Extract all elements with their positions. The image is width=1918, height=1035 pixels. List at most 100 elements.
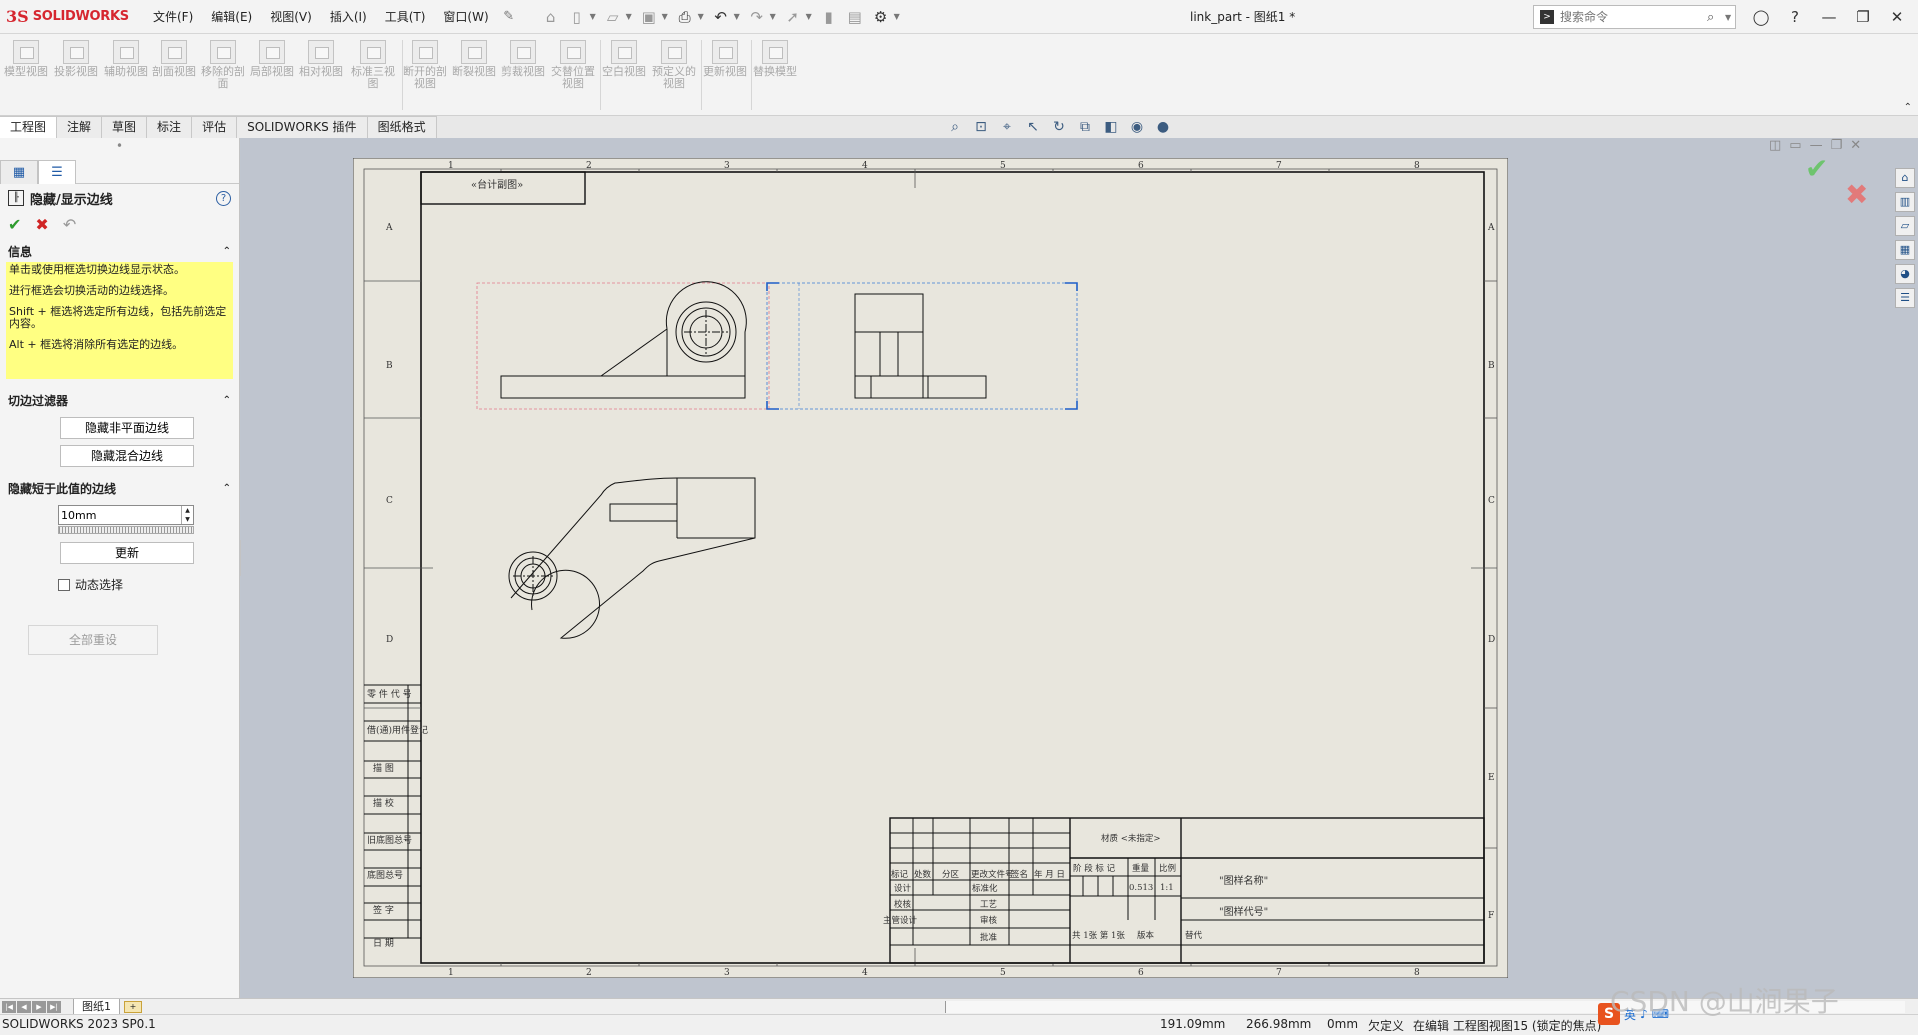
view-orientation-icon[interactable]: ⧉ <box>1072 119 1098 135</box>
chevron-down-icon[interactable]: ▼ <box>894 12 904 21</box>
search-icon[interactable]: ⌕ <box>1707 10 1725 25</box>
solidworks-logo[interactable]: 3S SOLIDWORKS <box>6 7 136 26</box>
info-section-header[interactable]: 信息 ⌃ <box>0 240 239 262</box>
update-views-tool[interactable]: 更新视图 <box>703 40 747 78</box>
first-sheet-icon[interactable]: |◀ <box>2 1000 16 1013</box>
menu-insert[interactable]: 插入(I) <box>321 0 376 34</box>
save-icon[interactable]: ▣ <box>636 4 662 30</box>
chevron-down-icon[interactable]: ▼ <box>662 12 672 21</box>
scene-icon[interactable]: ● <box>1150 119 1176 135</box>
empty-view-tool[interactable]: 空白视图 <box>602 40 646 78</box>
cancel-x-icon[interactable]: ✖ <box>35 215 48 234</box>
graphics-area[interactable]: 1 2 3 4 5 6 7 8 1 2 3 4 5 6 7 8 A B C D … <box>241 138 1918 998</box>
last-sheet-icon[interactable]: ▶| <box>47 1000 61 1013</box>
menu-tools[interactable]: 工具(T) <box>376 0 435 34</box>
new-document-icon[interactable]: ▯ <box>564 4 590 30</box>
redo-icon[interactable]: ↷ <box>744 4 770 30</box>
restore-icon[interactable]: ❐ <box>1846 8 1880 26</box>
auxiliary-view-tool[interactable]: 辅助视图 <box>104 40 148 78</box>
home-icon[interactable]: ⌂ <box>538 4 564 30</box>
undo-icon[interactable]: ↶ <box>63 215 76 234</box>
drawing-sheet[interactable]: 1 2 3 4 5 6 7 8 1 2 3 4 5 6 7 8 A B C D … <box>353 158 1508 978</box>
hide-nonplanar-edges-button[interactable]: 隐藏非平面边线 <box>60 417 194 439</box>
zoom-to-fit-icon[interactable]: ⌕ <box>942 119 968 135</box>
previous-view-icon[interactable]: ↖ <box>1020 119 1046 135</box>
tab-drawing[interactable]: 工程图 <box>0 116 58 138</box>
tab-markup[interactable]: 标注 <box>147 116 193 138</box>
search-input[interactable] <box>1560 10 1707 24</box>
hide-blend-edges-button[interactable]: 隐藏混合边线 <box>60 445 194 467</box>
pin-icon[interactable]: ✎ <box>498 9 520 24</box>
appearances-icon[interactable]: ◕ <box>1895 264 1915 284</box>
tab-sketch[interactable]: 草图 <box>102 116 148 138</box>
menu-file[interactable]: 文件(F) <box>144 0 202 34</box>
zoom-to-area-icon[interactable]: ⊡ <box>968 119 994 135</box>
predefined-view-tool[interactable]: 预定义的视图 <box>652 40 696 90</box>
options-gear-icon[interactable]: ⚙ <box>868 4 894 30</box>
menu-window[interactable]: 窗口(W) <box>434 0 497 34</box>
detail-view-tool[interactable]: 局部视图 <box>250 40 294 78</box>
zoom-to-selection-icon[interactable]: ⌖ <box>994 119 1020 135</box>
broken-out-section-tool[interactable]: 断开的剖视图 <box>403 40 447 90</box>
close-icon[interactable]: ✕ <box>1880 8 1914 26</box>
tab-annotation[interactable]: 注解 <box>57 116 103 138</box>
chevron-down-icon[interactable]: ▼ <box>770 12 780 21</box>
spin-arrows-icon[interactable]: ▲ ▼ <box>181 506 193 524</box>
removed-section-tool[interactable]: 移除的剖面 <box>201 40 245 90</box>
file-explorer-icon[interactable]: ▱ <box>1895 216 1915 236</box>
open-folder-icon[interactable]: ▱ <box>600 4 626 30</box>
menu-edit[interactable]: 编辑(E) <box>202 0 261 34</box>
prev-sheet-icon[interactable]: ◀ <box>17 1000 31 1013</box>
chevron-up-icon[interactable]: ⌃ <box>223 246 231 257</box>
tile-view-icon[interactable]: ◫ <box>1769 138 1781 153</box>
close-view-icon[interactable]: ✕ <box>1850 138 1861 153</box>
undo-icon[interactable]: ↶ <box>708 4 734 30</box>
view-window-icon[interactable]: ▭ <box>1789 138 1801 153</box>
view-palette-icon[interactable]: ▦ <box>1895 240 1915 260</box>
length-input[interactable] <box>59 506 181 524</box>
dynamic-select-checkbox[interactable]: 动态选择 <box>58 576 239 593</box>
rotate-view-icon[interactable]: ↻ <box>1046 119 1072 135</box>
chevron-down-icon[interactable]: ▼ <box>806 12 816 21</box>
model-view-tool[interactable]: 模型视图 <box>4 40 48 78</box>
replace-model-tool[interactable]: 替换模型 <box>753 40 797 78</box>
restore-view-icon[interactable]: ❐ <box>1831 138 1843 153</box>
menu-view[interactable]: 视图(V) <box>261 0 321 34</box>
tab-addins[interactable]: SOLIDWORKS 插件 <box>237 116 368 138</box>
collapse-ribbon-icon[interactable]: ⌃ <box>1904 102 1912 113</box>
section-view-tool[interactable]: 剖面视图 <box>152 40 196 78</box>
design-library-icon[interactable]: ▥ <box>1895 192 1915 212</box>
ok-check-icon[interactable]: ✔ <box>8 215 21 234</box>
home-icon[interactable]: ⌂ <box>1895 168 1915 188</box>
chevron-up-icon[interactable]: ⌃ <box>223 395 231 406</box>
relative-view-tool[interactable]: 相对视图 <box>299 40 343 78</box>
user-account-icon[interactable]: ◯ <box>1744 8 1778 26</box>
minimize-icon[interactable]: — <box>1812 8 1846 26</box>
hide-show-items-icon[interactable]: ◉ <box>1124 119 1150 135</box>
chevron-down-icon[interactable]: ▼ <box>734 12 744 21</box>
next-sheet-icon[interactable]: ▶ <box>32 1000 46 1013</box>
rebuild-icon[interactable]: ▮ <box>816 4 842 30</box>
property-manager-tab-icon[interactable]: ☰ <box>38 160 76 184</box>
chevron-up-icon[interactable]: ⌃ <box>223 483 231 494</box>
custom-properties-icon[interactable]: ☰ <box>1895 288 1915 308</box>
tangent-filter-header[interactable]: 切边过滤器 ⌃ <box>0 389 239 411</box>
minimize-view-icon[interactable]: — <box>1810 138 1823 153</box>
tab-evaluate[interactable]: 评估 <box>192 116 238 138</box>
standard-3-view-tool[interactable]: 标准三视图 <box>351 40 395 90</box>
chevron-down-icon[interactable]: ▼ <box>1725 13 1735 22</box>
tab-sheet-format[interactable]: 图纸格式 <box>367 116 437 138</box>
help-icon[interactable]: ? <box>216 190 231 206</box>
alternate-position-view-tool[interactable]: 交替位置视图 <box>551 40 595 90</box>
chevron-down-icon[interactable]: ▼ <box>590 12 600 21</box>
break-view-tool[interactable]: 断裂视图 <box>452 40 496 78</box>
confirm-ok-icon[interactable]: ✔ <box>1805 152 1828 185</box>
file-properties-icon[interactable]: ▤ <box>842 4 868 30</box>
checkbox-box[interactable] <box>58 578 70 591</box>
chevron-down-icon[interactable]: ▼ <box>698 12 708 21</box>
print-icon[interactable]: ⎙ <box>672 4 698 30</box>
crop-view-tool[interactable]: 剪裁视图 <box>501 40 545 78</box>
help-icon[interactable]: ? <box>1778 8 1812 26</box>
feature-manager-tab-icon[interactable]: ▦ <box>0 160 38 184</box>
length-slider[interactable] <box>58 526 194 534</box>
